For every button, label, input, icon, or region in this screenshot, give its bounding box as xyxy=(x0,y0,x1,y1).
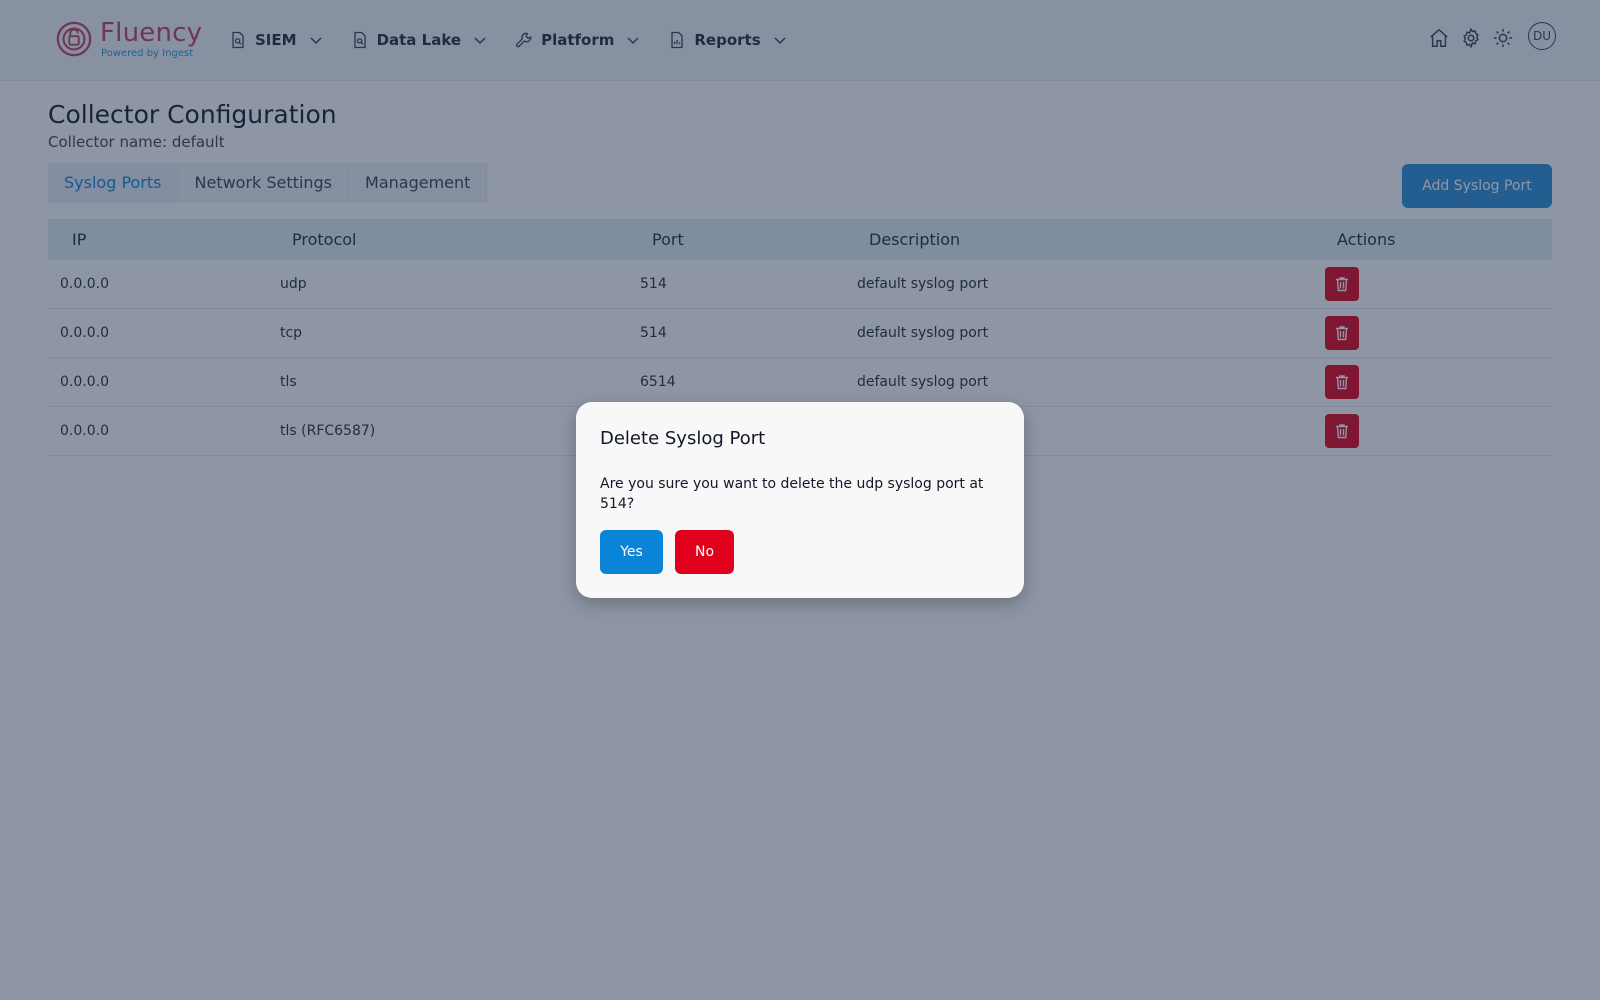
confirm-yes-button[interactable]: Yes xyxy=(600,530,663,574)
confirm-no-button[interactable]: No xyxy=(675,530,734,574)
dialog-title: Delete Syslog Port xyxy=(600,428,766,449)
delete-confirm-dialog: Delete Syslog Port Are you sure you want… xyxy=(576,402,1024,598)
dialog-message: Are you sure you want to delete the udp … xyxy=(600,476,984,512)
